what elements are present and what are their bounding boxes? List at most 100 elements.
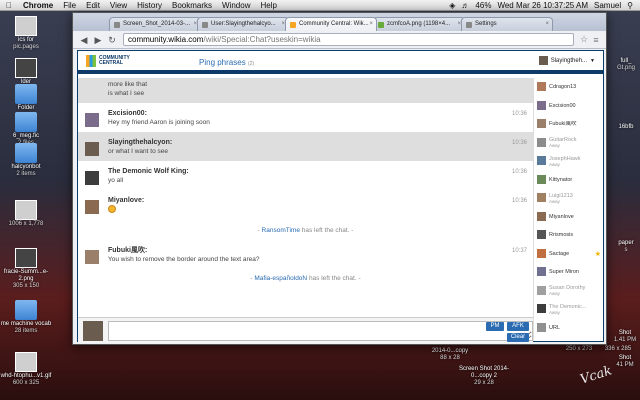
menu-help[interactable]: Help — [255, 0, 281, 11]
community-central-logo[interactable]: COMMUNITY CENTRAL — [86, 55, 130, 67]
avatar[interactable] — [85, 250, 99, 264]
user-list-item[interactable]: The Demonic... Away — [534, 300, 603, 319]
avatar[interactable] — [85, 171, 99, 185]
avatar[interactable] — [85, 200, 99, 214]
user-list-item[interactable]: Sactage ★ — [534, 245, 603, 264]
user-list-item[interactable]: Excision00 — [534, 97, 603, 116]
clear-button[interactable]: Clear — [507, 333, 529, 342]
desktop-folder[interactable]: 6_meg.fic2 files — [0, 112, 52, 147]
menu-edit[interactable]: Edit — [81, 0, 105, 11]
chat-input[interactable] — [108, 321, 533, 341]
tab-community-central[interactable]: Community Central: Wik... × — [285, 17, 377, 31]
menu-icon[interactable]: ≡ — [590, 35, 602, 45]
alert-user[interactable]: RansomTime — [262, 227, 300, 234]
menu-window[interactable]: Window — [217, 0, 255, 11]
desktop-file[interactable]: lder — [0, 58, 52, 86]
tab-user-page[interactable]: User:Slayingthehalcyo... × — [197, 17, 289, 31]
desktop-file[interactable]: 2014-0...copy 88 x 28 — [420, 348, 480, 362]
user-list-item[interactable]: JosephHawk Away — [534, 152, 603, 171]
moderator-star-icon: ★ — [594, 250, 601, 258]
chat-message: Slayingthehalcyon: or what I want to see… — [78, 132, 533, 161]
tab-screenshot[interactable]: Screen_Shot_2014-03-... × — [109, 17, 201, 31]
user-list-item[interactable]: Super Miron — [534, 263, 603, 282]
close-icon[interactable]: × — [545, 18, 549, 31]
tab-image[interactable]: zcmfcoA.png (1198×4... × — [373, 17, 465, 31]
desktop-file[interactable]: Screen Shot 2014-0...copy 2 29 x 28 — [452, 366, 516, 387]
user-list-item[interactable]: Luigi1213 Away — [534, 189, 603, 208]
user-name[interactable]: Samuel — [591, 0, 624, 11]
desktop-file[interactable]: paper s — [612, 240, 640, 254]
message-text: is what I see — [108, 90, 145, 97]
desktop-file[interactable]: ics for pic.pages — [0, 16, 52, 51]
message-author[interactable]: Miyanlove: — [108, 196, 533, 205]
menu-file[interactable]: File — [58, 0, 81, 11]
user-list-item[interactable]: Kittynator — [534, 171, 603, 190]
user-list-item[interactable]: Cdragon13 — [534, 78, 603, 97]
tab-settings[interactable]: Settings × — [461, 17, 553, 31]
desktop-file[interactable]: 16bfb — [612, 124, 640, 131]
back-icon[interactable]: ◀ — [77, 33, 91, 47]
message-author[interactable]: Slayingthehalcyon: — [108, 138, 533, 147]
forward-icon[interactable]: ▶ — [91, 33, 105, 47]
desktop-file[interactable]: 1006 x 1,778 — [0, 200, 52, 228]
message-author[interactable]: Excision00: — [108, 109, 533, 118]
menu-bookmarks[interactable]: Bookmarks — [167, 0, 217, 11]
desktop-file[interactable]: full_ Gt.png — [612, 58, 640, 72]
avatar — [537, 267, 546, 276]
search-icon[interactable]: ⚲ — [624, 0, 636, 11]
user-list-item[interactable]: GuitarRock Away — [534, 134, 603, 153]
file-info: 336 x 285 — [604, 346, 632, 352]
desktop-file[interactable]: whd-htophu...v1.gif 600 x 325 — [0, 352, 52, 387]
clock[interactable]: Wed Mar 26 10:37:25 AM — [494, 0, 591, 11]
menu-history[interactable]: History — [132, 0, 167, 11]
file-name: full_ — [620, 58, 632, 64]
desktop-folder[interactable]: Folder — [0, 84, 52, 112]
address-bar[interactable]: community.wikia.com/wiki/Special:Chat?us… — [123, 33, 574, 46]
file-name: Folder — [17, 105, 35, 111]
user-list-item[interactable]: Rrismosis — [534, 226, 603, 245]
message-author[interactable]: Fubuki風吹: — [108, 246, 533, 255]
desktop-folder[interactable]: me machine vocab 28 items — [0, 300, 52, 335]
desktop-file[interactable]: 336 x 285 — [598, 346, 638, 353]
file-info: 600 x 325 — [12, 380, 40, 386]
menu-app[interactable]: Chrome — [18, 0, 58, 11]
user-list-item[interactable]: URL — [534, 319, 603, 338]
file-info: 28 items — [14, 328, 38, 334]
desktop-folder[interactable]: halcyonbot 2 items — [0, 143, 52, 178]
alert-user[interactable]: Mafia-españoldoN — [254, 275, 307, 282]
avatar — [537, 230, 546, 239]
pm-button[interactable]: PM — [486, 322, 504, 331]
user-list-item[interactable]: Miyanlove — [534, 208, 603, 227]
user-list-item[interactable]: Susan Dorothy Away — [534, 282, 603, 301]
current-user-menu[interactable]: Slayingtheh... ▼ — [538, 56, 595, 65]
bookmark-star-icon[interactable]: ☆ — [578, 34, 590, 45]
desktop-file[interactable]: fracie-Summ...e-2.png 305 x 150 — [0, 248, 52, 290]
message-time: 10:37 — [511, 248, 527, 254]
user-list-item[interactable]: Fubuki風吹 — [534, 115, 603, 134]
user-name: Miyanlove — [549, 213, 574, 220]
tab-label: Screen_Shot_2014-03-... — [123, 21, 191, 27]
desktop-file[interactable]: 250 x 273 — [560, 346, 598, 353]
battery-status[interactable]: 46% — [472, 0, 494, 11]
avatar[interactable] — [85, 142, 99, 156]
close-icon[interactable]: × — [369, 18, 373, 31]
menu-view[interactable]: View — [105, 0, 132, 11]
wifi-icon[interactable]: ◈ — [446, 0, 458, 11]
avatar — [537, 211, 546, 221]
file-info: 29 x 28 — [474, 380, 494, 386]
browser-window: Screen_Shot_2014-03-... × User:Slayingthe… — [72, 12, 607, 345]
avatar[interactable] — [85, 113, 99, 127]
afk-button[interactable]: AFK — [507, 322, 529, 331]
ping-phrases-link[interactable]: Ping phrases (2) — [199, 58, 254, 67]
message-author[interactable]: The Demonic Wolf King: — [108, 167, 533, 176]
artist-signature: Vcak — [578, 363, 614, 388]
message-text: You wish to remove the border around the… — [108, 256, 260, 263]
apple-icon[interactable]:  — [0, 0, 18, 11]
reload-icon[interactable]: ↻ — [105, 33, 119, 47]
desktop-file[interactable]: Shot 41 PM — [610, 355, 640, 369]
chat-input-area: PM AFK Clear — [78, 317, 533, 343]
desktop-file[interactable]: Shot 1.41 PM — [610, 330, 640, 344]
chat-header: COMMUNITY CENTRAL Ping phrases (2) Slayin… — [78, 51, 603, 74]
user-status: Away — [549, 309, 560, 315]
volume-icon[interactable]: ♬ — [458, 0, 472, 11]
